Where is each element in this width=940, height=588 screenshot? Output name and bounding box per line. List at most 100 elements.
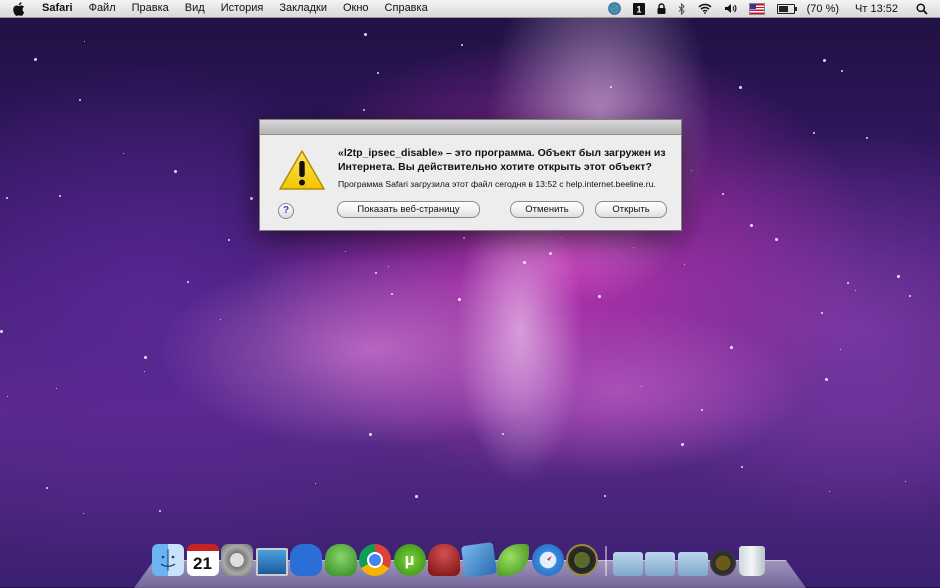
star <box>825 378 828 381</box>
utorrent-icon[interactable]: µ <box>393 544 426 576</box>
star <box>909 295 911 297</box>
star <box>730 346 733 349</box>
star <box>847 282 849 284</box>
star <box>604 495 606 497</box>
star <box>523 261 526 264</box>
cyberduck-icon[interactable] <box>290 544 322 576</box>
star <box>610 86 612 88</box>
star <box>866 137 868 139</box>
menu-bar: Safari Файл Правка Вид История Закладки … <box>0 0 940 18</box>
star <box>59 195 61 197</box>
system-preferences-icon[interactable] <box>221 544 253 576</box>
time-machine-stack-icon[interactable] <box>710 550 736 576</box>
star <box>561 237 562 238</box>
menubar-clock[interactable]: Чт 13:52 <box>855 0 898 17</box>
star <box>701 409 703 411</box>
star <box>391 293 393 295</box>
star <box>840 349 841 350</box>
ical-day: 21 <box>193 553 212 573</box>
open-button[interactable]: Открыть <box>595 201 667 218</box>
dialog-informative-text: Программа Safari загрузила этот файл сег… <box>338 179 656 189</box>
star <box>7 396 8 397</box>
volume-icon[interactable] <box>724 0 737 17</box>
menu-edit[interactable]: Правка <box>124 0 177 17</box>
battery-icon[interactable] <box>776 0 797 17</box>
menu-window[interactable]: Окно <box>335 0 377 17</box>
globe-icon[interactable] <box>607 0 621 17</box>
bluetooth-icon[interactable] <box>678 0 686 17</box>
menu-help[interactable]: Справка <box>377 0 436 17</box>
star <box>144 371 145 372</box>
downloads-folder-icon[interactable] <box>677 552 708 576</box>
star <box>598 295 601 298</box>
lock-icon[interactable] <box>657 0 666 17</box>
menu-history[interactable]: История <box>213 0 272 17</box>
menu-app-safari[interactable]: Safari <box>34 0 81 17</box>
documents-folder-icon[interactable] <box>645 552 675 576</box>
menu-view[interactable]: Вид <box>177 0 213 17</box>
star <box>905 481 906 482</box>
us-flag-icon[interactable] <box>748 0 765 17</box>
star <box>775 238 778 241</box>
open-file-warning-dialog: «l2tp_ipsec_disable» – это программа. Об… <box>259 119 682 231</box>
star <box>377 72 379 74</box>
star <box>34 58 37 61</box>
xcode-icon[interactable] <box>460 541 497 579</box>
star <box>187 281 189 283</box>
star <box>56 388 57 389</box>
star <box>684 264 685 265</box>
applications-folder-icon[interactable] <box>612 552 643 576</box>
remote-desktop-icon[interactable] <box>255 548 288 576</box>
star <box>79 99 81 101</box>
star <box>123 153 124 154</box>
transmission-icon[interactable] <box>428 544 460 576</box>
star <box>228 239 230 241</box>
show-webpage-button[interactable]: Показать веб-страницу <box>337 201 480 218</box>
desktop-wallpaper <box>0 0 940 587</box>
apple-menu-icon[interactable] <box>12 1 26 16</box>
star <box>821 312 823 314</box>
star <box>463 237 465 239</box>
star <box>461 44 463 46</box>
star <box>388 266 389 267</box>
wifi-icon[interactable] <box>698 0 712 17</box>
star <box>46 487 48 489</box>
growl-icon[interactable] <box>497 544 529 576</box>
ical-icon[interactable]: 21 <box>186 544 219 576</box>
star <box>855 290 856 291</box>
menu-bookmarks[interactable]: Закладки <box>271 0 335 17</box>
star <box>681 443 684 446</box>
star <box>0 330 3 333</box>
dialog-message: «l2tp_ipsec_disable» – это программа. Об… <box>338 147 666 173</box>
star <box>823 59 826 62</box>
star <box>220 319 221 320</box>
trash-icon[interactable] <box>738 546 765 576</box>
star <box>897 275 900 278</box>
cancel-button[interactable]: Отменить <box>510 201 584 218</box>
star <box>829 491 830 492</box>
dock-separator <box>604 546 607 576</box>
star <box>841 70 843 72</box>
chrome-icon[interactable] <box>359 544 391 576</box>
star <box>144 356 147 359</box>
star <box>813 132 815 134</box>
dialog-title-bar[interactable] <box>260 120 681 135</box>
star <box>364 33 367 36</box>
finder-icon[interactable] <box>152 544 184 576</box>
star <box>458 298 461 301</box>
star <box>345 251 346 252</box>
star <box>502 433 504 435</box>
star <box>549 252 552 255</box>
star <box>84 41 85 42</box>
menu-file[interactable]: Файл <box>81 0 124 17</box>
spotlight-icon[interactable] <box>916 0 928 17</box>
safari-icon[interactable] <box>531 544 564 576</box>
svg-text:1: 1 <box>636 4 641 14</box>
star <box>6 197 8 199</box>
time-machine-icon[interactable] <box>566 544 598 576</box>
help-button[interactable]: ? <box>278 203 294 219</box>
adium-icon[interactable] <box>324 544 357 576</box>
star <box>83 513 84 514</box>
input-language-icon[interactable]: 1 <box>632 0 645 17</box>
star <box>159 510 161 512</box>
